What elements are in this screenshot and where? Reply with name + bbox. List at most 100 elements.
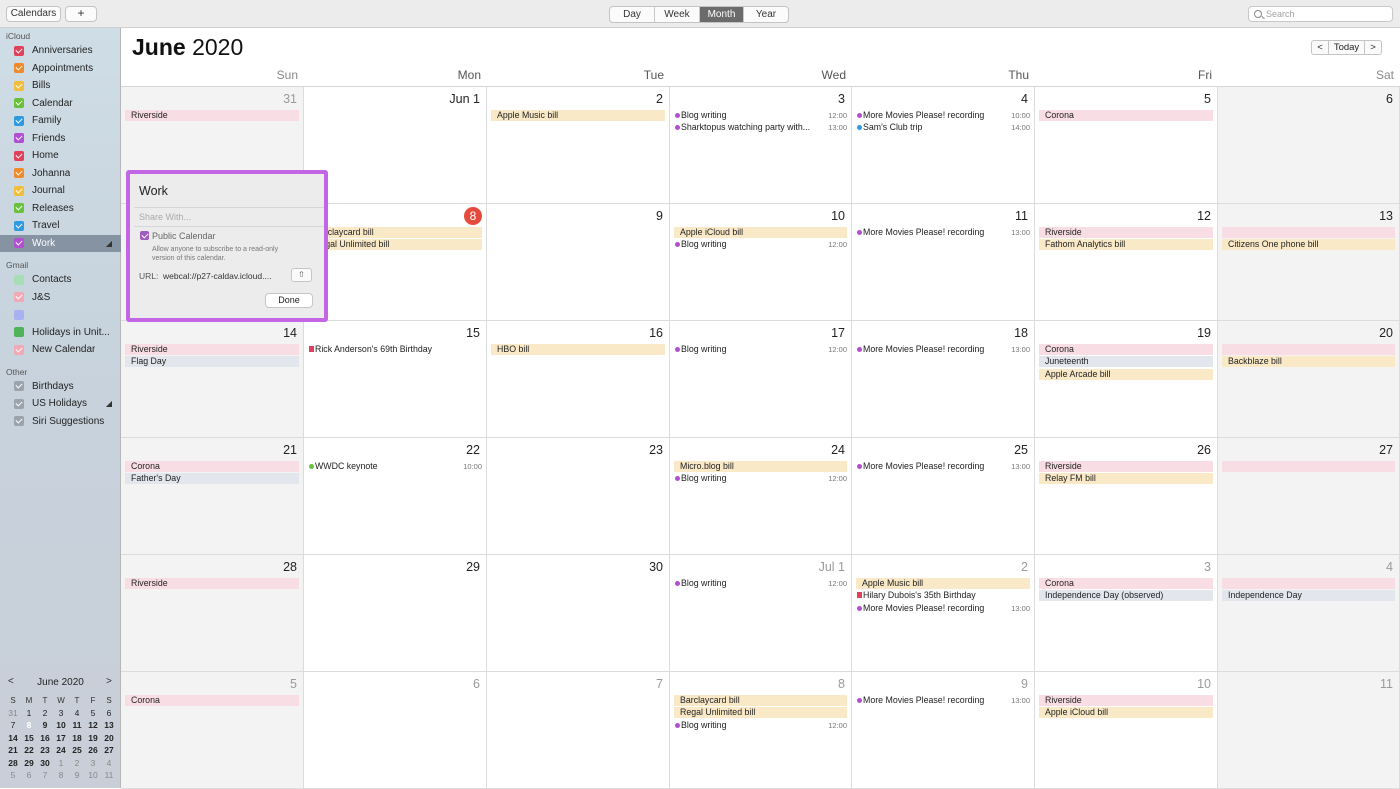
calendar-event[interactable]: Micro.blog bill: [674, 461, 847, 472]
mini-day[interactable]: 16: [37, 733, 53, 743]
calendar-item[interactable]: US Holidays ◢: [0, 395, 121, 412]
mini-day[interactable]: 5: [5, 770, 21, 780]
calendar-event[interactable]: WWDC keynote 10:00: [308, 461, 482, 472]
day-cell[interactable]: 28 Riverside: [121, 555, 304, 672]
calendar-event[interactable]: More Movies Please! recording 13:00: [856, 461, 1030, 472]
day-cell[interactable]: 17 Blog writing 12:00: [670, 321, 852, 438]
calendar-event[interactable]: Corona: [1039, 344, 1213, 355]
public-calendar-checkbox[interactable]: [140, 231, 149, 240]
mini-day[interactable]: 12: [85, 720, 101, 730]
mini-day[interactable]: 15: [21, 733, 37, 743]
calendar-event[interactable]: Apple Music bill: [856, 578, 1030, 589]
calendar-event[interactable]: Independence Day (observed): [1039, 590, 1213, 602]
prev-month-button[interactable]: <: [1312, 41, 1329, 54]
day-cell[interactable]: 11: [1218, 672, 1400, 789]
mini-day[interactable]: 8: [53, 770, 69, 780]
calendar-item[interactable]: Contacts: [0, 271, 121, 288]
calendar-checkbox[interactable]: [14, 398, 24, 409]
day-cell[interactable]: 21 Corona Father's Day: [121, 438, 304, 555]
day-cell[interactable]: 2 Apple Music bill: [487, 87, 670, 204]
day-cell[interactable]: 10 Riverside Apple iCloud bill: [1035, 672, 1218, 789]
calendar-event[interactable]: Blog writing 12:00: [674, 473, 847, 484]
day-cell[interactable]: 6: [1218, 87, 1400, 204]
mini-day[interactable]: 31: [5, 708, 21, 718]
calendar-event[interactable]: Apple Arcade bill: [1039, 368, 1213, 380]
calendar-item[interactable]: Journal: [0, 182, 121, 199]
view-month-button[interactable]: Month: [700, 7, 744, 22]
calendar-event[interactable]: Regal Unlimited bill: [308, 239, 482, 251]
calendar-checkbox[interactable]: [14, 45, 24, 56]
calendar-event[interactable]: Blog writing 12:00: [674, 578, 847, 589]
mini-day[interactable]: 13: [101, 720, 117, 730]
calendar-event[interactable]: Citizens One phone bill: [1222, 239, 1395, 251]
mini-day[interactable]: 22: [21, 745, 37, 755]
day-cell[interactable]: Jul 1 Blog writing 12:00: [670, 555, 852, 672]
view-year-button[interactable]: Year: [744, 7, 788, 22]
day-cell[interactable]: 5 Corona: [121, 672, 304, 789]
calendar-event[interactable]: More Movies Please! recording 10:00: [856, 110, 1030, 121]
day-cell[interactable]: 25 More Movies Please! recording 13:00: [852, 438, 1035, 555]
day-cell[interactable]: 3 Blog writing 12:00 Sharktopus watching pa…: [670, 87, 852, 204]
view-day-button[interactable]: Day: [610, 7, 655, 22]
day-cell[interactable]: 16 HBO bill: [487, 321, 670, 438]
calendar-event[interactable]: More Movies Please! recording 13:00: [856, 227, 1030, 238]
day-cell[interactable]: 13 Citizens One phone bill: [1218, 204, 1400, 321]
calendar-checkbox[interactable]: [14, 381, 24, 391]
day-cell[interactable]: 29: [304, 555, 487, 672]
mini-day[interactable]: 4: [69, 708, 85, 718]
day-cell[interactable]: 5 Corona: [1035, 87, 1218, 204]
calendar-event[interactable]: Sam's Club trip 14:00: [856, 122, 1030, 133]
search-input[interactable]: Search: [1248, 6, 1393, 22]
calendar-item[interactable]: Home: [0, 147, 121, 164]
calendar-item[interactable]: J&S: [0, 289, 121, 306]
mini-day[interactable]: 26: [85, 745, 101, 755]
calendar-item[interactable]: Siri Suggestions: [0, 413, 121, 430]
calendar-checkbox[interactable]: [14, 133, 24, 143]
calendar-checkbox[interactable]: [14, 220, 24, 231]
mini-day[interactable]: 14: [5, 733, 21, 743]
calendar-item[interactable]: Calendar: [0, 95, 121, 112]
calendar-item[interactable]: Work ◢: [0, 234, 121, 252]
calendar-checkbox[interactable]: [14, 309, 24, 320]
calendar-checkbox[interactable]: [14, 274, 24, 285]
mini-day[interactable]: 11: [101, 770, 117, 780]
calendar-item[interactable]: Appointments: [0, 60, 121, 77]
day-cell[interactable]: Jun 1: [304, 87, 487, 204]
calendar-event[interactable]: Corona: [1039, 110, 1213, 121]
calendar-checkbox[interactable]: [14, 292, 24, 302]
mini-day[interactable]: 1: [21, 708, 37, 718]
calendar-event[interactable]: [1222, 227, 1395, 238]
calendar-event[interactable]: Relay FM bill: [1039, 473, 1213, 485]
calendar-item[interactable]: Birthdays: [0, 378, 121, 395]
calendar-checkbox[interactable]: [14, 115, 24, 126]
day-cell[interactable]: 14 Riverside Flag Day: [121, 321, 304, 438]
calendar-item[interactable]: Friends: [0, 130, 121, 147]
calendar-event[interactable]: Backblaze bill: [1222, 356, 1395, 368]
day-cell[interactable]: 20 Backblaze bill: [1218, 321, 1400, 438]
mini-next-button[interactable]: >: [106, 676, 112, 687]
mini-day[interactable]: 7: [37, 770, 53, 780]
day-cell[interactable]: 23: [487, 438, 670, 555]
mini-day[interactable]: 3: [85, 758, 101, 768]
calendar-event[interactable]: Corona: [1039, 578, 1213, 589]
calendar-checkbox[interactable]: [14, 63, 24, 73]
mini-day[interactable]: 2: [37, 708, 53, 718]
day-cell[interactable]: 18 More Movies Please! recording 13:00: [852, 321, 1035, 438]
mini-day[interactable]: 5: [85, 708, 101, 718]
calendar-event[interactable]: [1222, 461, 1395, 472]
birthday-event[interactable]: Rick Anderson's 69th Birthday: [308, 344, 482, 355]
today-button[interactable]: Today: [1329, 41, 1365, 54]
view-week-button[interactable]: Week: [655, 7, 700, 22]
calendar-event[interactable]: Fathom Analytics bill: [1039, 239, 1213, 251]
day-cell[interactable]: 9 More Movies Please! recording 13:00: [852, 672, 1035, 789]
calendar-checkbox[interactable]: [14, 98, 24, 108]
mini-day[interactable]: 6: [101, 708, 117, 718]
calendar-event[interactable]: Corona: [125, 695, 299, 706]
calendar-checkbox[interactable]: [14, 416, 24, 426]
day-cell[interactable]: 27: [1218, 438, 1400, 555]
calendar-event[interactable]: HBO bill: [491, 344, 665, 355]
calendar-item[interactable]: Johanna: [0, 165, 121, 182]
calendar-item[interactable]: Travel: [0, 217, 121, 234]
day-cell[interactable]: 3 Corona Independence Day (observed): [1035, 555, 1218, 672]
calendar-event[interactable]: Blog writing 12:00: [674, 110, 847, 121]
